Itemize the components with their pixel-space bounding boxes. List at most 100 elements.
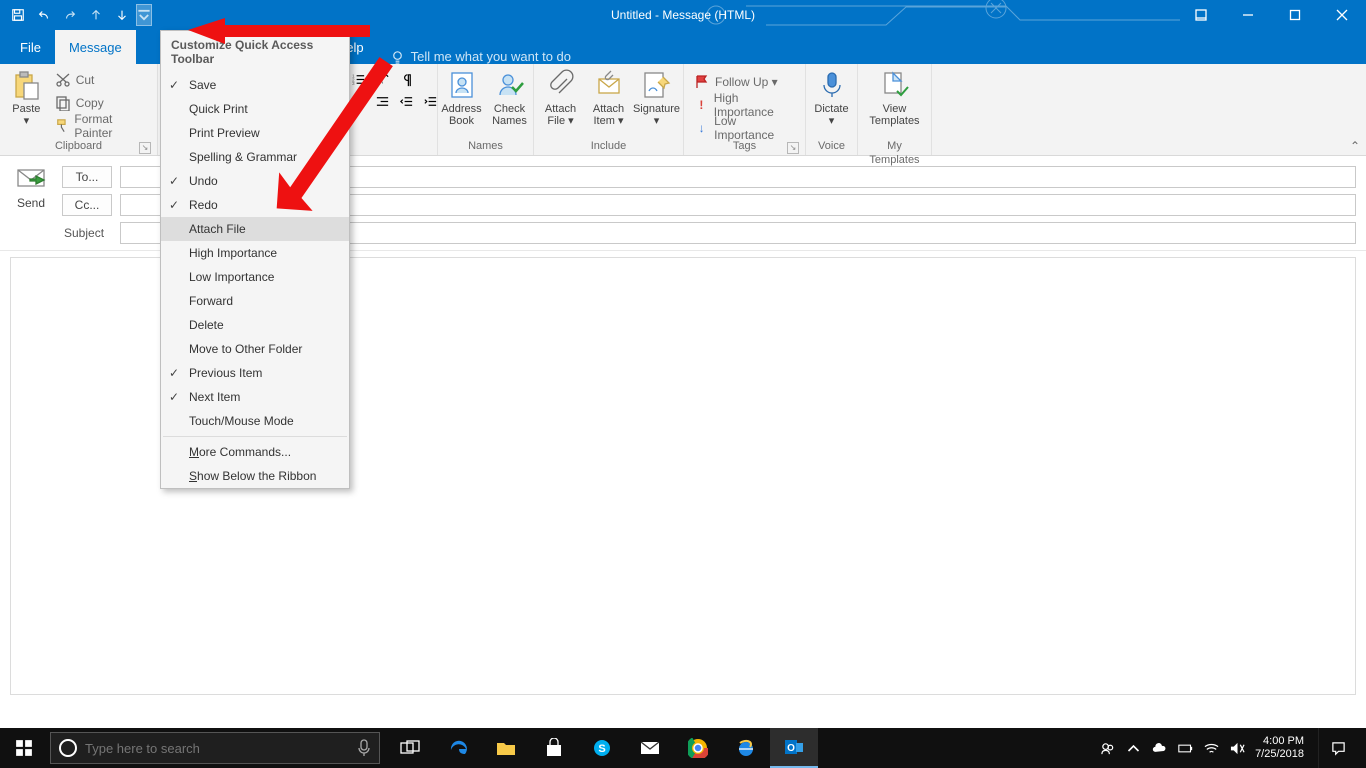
onedrive-icon[interactable] <box>1151 740 1167 756</box>
qat-item-touch-mouse-mode[interactable]: Touch/Mouse Mode <box>161 409 349 433</box>
qat-undo-icon[interactable] <box>32 3 56 27</box>
qat-item-delete[interactable]: Delete <box>161 313 349 337</box>
low-importance-button[interactable]: ↓Low Importance <box>690 117 799 138</box>
qat-item-label: Delete <box>189 318 224 332</box>
svg-text:3: 3 <box>352 81 355 86</box>
decrease-indent-icon[interactable] <box>396 91 418 111</box>
file-explorer-icon[interactable] <box>482 728 530 768</box>
view-templates-button[interactable]: View Templates <box>864 67 926 127</box>
address-book-icon <box>446 69 478 101</box>
outlook-icon[interactable]: O <box>770 728 818 768</box>
qat-item-move-to-other-folder[interactable]: Move to Other Folder <box>161 337 349 361</box>
tags-dialog-launcher[interactable]: ↘ <box>787 142 799 154</box>
signature-icon <box>641 69 673 101</box>
qat-prev-icon[interactable] <box>84 3 108 27</box>
clock[interactable]: 4:00 PM 7/25/2018 <box>1255 735 1308 761</box>
qat-item-redo[interactable]: ✓Redo <box>161 193 349 217</box>
align-right-icon[interactable] <box>372 91 394 111</box>
mic-icon[interactable] <box>357 739 371 757</box>
copy-button[interactable]: Copy <box>51 92 151 113</box>
title-bar: Untitled - Message (HTML) <box>0 0 1366 30</box>
signature-button[interactable]: Signature ▾ <box>635 67 679 127</box>
mail-icon[interactable] <box>626 728 674 768</box>
collapse-ribbon-icon[interactable]: ⌃ <box>1350 139 1360 153</box>
qat-item-previous-item[interactable]: ✓Previous Item <box>161 361 349 385</box>
chrome-icon[interactable] <box>674 728 722 768</box>
group-voice: Dictate ▾ Voice <box>806 64 858 155</box>
attach-item-button[interactable]: Attach Item ▾ <box>587 67 631 127</box>
copy-label: Copy <box>76 96 104 110</box>
qat-customize-button[interactable] <box>136 4 152 26</box>
qat-more-commands[interactable]: More Commands... <box>161 440 349 464</box>
group-my-templates-label: My Templates <box>864 139 925 155</box>
skype-icon[interactable]: S <box>578 728 626 768</box>
increase-font-icon[interactable]: A <box>372 69 394 89</box>
check-icon: ✓ <box>169 198 181 212</box>
qat-item-spelling-grammar[interactable]: Spelling & Grammar <box>161 145 349 169</box>
qat-item-quick-print[interactable]: Quick Print <box>161 97 349 121</box>
dictate-button[interactable]: Dictate ▾ <box>810 67 854 127</box>
group-tags-label: Tags <box>733 140 756 152</box>
follow-up-button[interactable]: Follow Up ▾ <box>690 71 799 92</box>
qat-item-attach-file[interactable]: Attach File <box>161 217 349 241</box>
qat-more-label: ore Commands... <box>199 445 291 459</box>
action-center-icon[interactable] <box>1318 728 1358 768</box>
taskbar-search[interactable] <box>50 732 380 764</box>
send-label[interactable]: Send <box>17 196 45 210</box>
qat-save-icon[interactable] <box>6 3 30 27</box>
send-icon[interactable] <box>16 166 46 190</box>
qat-item-high-importance[interactable]: High Importance <box>161 241 349 265</box>
clock-time: 4:00 PM <box>1255 735 1304 748</box>
qat-item-label: Save <box>189 78 216 92</box>
qat-item-low-importance[interactable]: Low Importance <box>161 265 349 289</box>
ribbon-display-options-icon[interactable] <box>1178 1 1223 29</box>
cc-button[interactable]: Cc... <box>62 194 112 216</box>
tab-file[interactable]: File <box>6 30 55 64</box>
qat-item-forward[interactable]: Forward <box>161 289 349 313</box>
store-icon[interactable] <box>530 728 578 768</box>
start-button[interactable] <box>0 728 48 768</box>
group-my-templates: View Templates My Templates <box>858 64 932 155</box>
qat-item-next-item[interactable]: ✓Next Item <box>161 385 349 409</box>
svg-text:O: O <box>787 743 795 754</box>
wifi-icon[interactable] <box>1203 740 1219 756</box>
clock-date: 7/25/2018 <box>1255 748 1304 761</box>
high-importance-button[interactable]: !High Importance <box>690 94 799 115</box>
cut-button[interactable]: Cut <box>51 69 151 90</box>
titlebar-decoration <box>686 0 1206 30</box>
tab-message[interactable]: Message <box>55 30 136 64</box>
quick-access-toolbar <box>0 3 152 27</box>
qat-next-icon[interactable] <box>110 3 134 27</box>
ie-icon[interactable] <box>722 728 770 768</box>
qat-item-undo[interactable]: ✓Undo <box>161 169 349 193</box>
qat-show-below[interactable]: Show Below the Ribbon <box>161 464 349 488</box>
edge-icon[interactable] <box>434 728 482 768</box>
paste-button[interactable]: Paste▾ <box>6 67 47 127</box>
search-input[interactable] <box>85 741 349 756</box>
align-center-icon[interactable] <box>348 91 370 111</box>
to-button[interactable]: To... <box>62 166 112 188</box>
svg-text:A: A <box>377 75 384 85</box>
maximize-button[interactable] <box>1272 1 1317 29</box>
qat-item-print-preview[interactable]: Print Preview <box>161 121 349 145</box>
qat-item-save[interactable]: ✓Save <box>161 73 349 97</box>
volume-icon[interactable] <box>1229 740 1245 756</box>
check-icon: ✓ <box>169 390 181 404</box>
tray-chevron-icon[interactable] <box>1125 740 1141 756</box>
task-view-icon[interactable] <box>386 728 434 768</box>
clipboard-dialog-launcher[interactable]: ↘ <box>139 142 151 154</box>
battery-icon[interactable] <box>1177 740 1193 756</box>
attach-file-button[interactable]: Attach File ▾ <box>539 67 583 127</box>
view-templates-label: View Templates <box>869 103 919 127</box>
paragraph-marks-icon[interactable] <box>396 69 418 89</box>
check-names-button[interactable]: Check Names <box>488 67 532 127</box>
close-button[interactable] <box>1319 1 1364 29</box>
qat-redo-icon[interactable] <box>58 3 82 27</box>
people-icon[interactable] <box>1099 740 1115 756</box>
format-painter-button[interactable]: Format Painter <box>51 115 151 136</box>
paste-icon <box>10 69 42 101</box>
numbering-icon[interactable]: 123 <box>348 69 370 89</box>
minimize-button[interactable] <box>1225 1 1270 29</box>
tell-me[interactable]: Tell me what you want to do <box>378 49 583 64</box>
address-book-button[interactable]: Address Book <box>440 67 484 127</box>
